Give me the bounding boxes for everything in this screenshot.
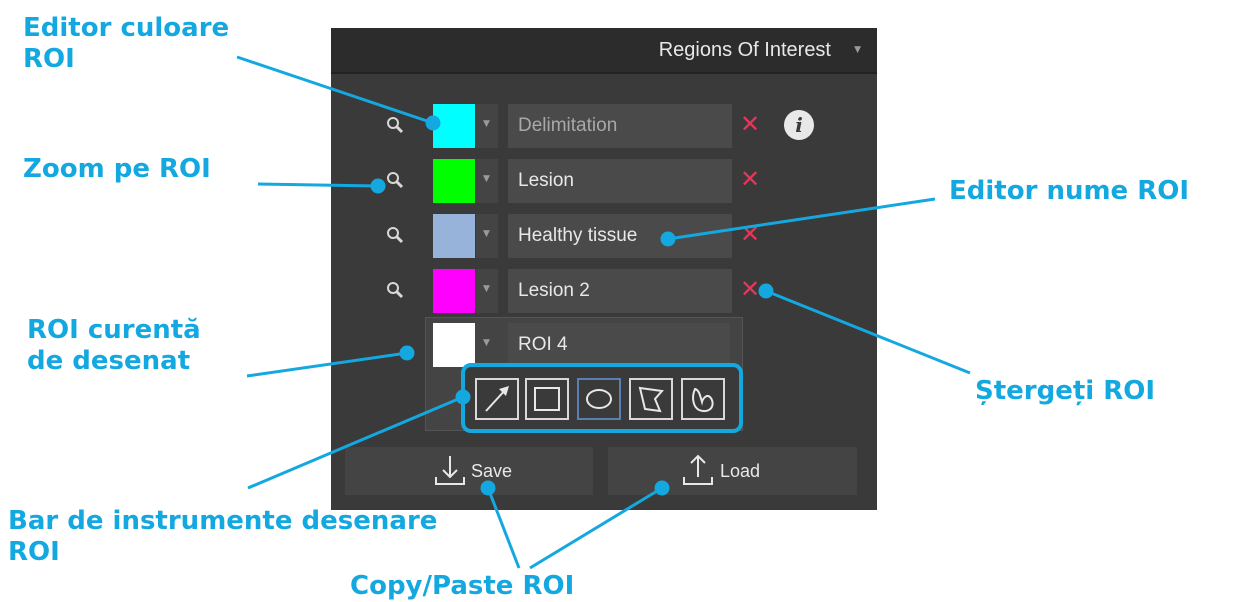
chevron-down-icon: ▼ (483, 174, 490, 184)
zoom-icon[interactable] (385, 280, 405, 300)
current-color-swatch[interactable] (433, 323, 475, 367)
color-swatch[interactable] (433, 269, 475, 313)
color-swatch[interactable] (433, 214, 475, 258)
current-roi-name-field[interactable]: ROI 4 (508, 323, 730, 367)
color-swatch[interactable] (433, 159, 475, 203)
drawing-toolbar (461, 363, 743, 433)
panel-title: Regions Of Interest (658, 39, 831, 61)
chevron-down-icon: ▼ (483, 284, 490, 294)
zoom-icon[interactable] (385, 225, 405, 245)
freehand-tool-button[interactable] (681, 378, 725, 420)
upload-icon (683, 454, 713, 485)
callout-current-roi: ROI curentă de desenat (27, 315, 201, 376)
callout-color-editor: Editor culoare ROI (23, 13, 230, 74)
delete-roi-button[interactable]: ✕ (740, 276, 760, 302)
zoom-icon[interactable] (385, 115, 405, 135)
roi-row: ▼ Lesion 2 ✕ (331, 266, 877, 314)
download-icon (435, 456, 465, 485)
chevron-down-icon: ▼ (483, 119, 490, 129)
freehand-icon (692, 387, 714, 413)
chevron-down-icon: ▼ (483, 338, 490, 348)
info-icon[interactable]: i (784, 110, 814, 140)
color-dropdown[interactable]: ▼ (476, 269, 498, 313)
roi-name-field[interactable]: Lesion (508, 159, 732, 203)
polygon-tool-button[interactable] (629, 378, 673, 420)
color-dropdown[interactable]: ▼ (476, 159, 498, 203)
delete-roi-button[interactable]: ✕ (740, 111, 760, 137)
rectangle-tool-button[interactable] (525, 378, 569, 420)
chevron-down-icon: ▼ (483, 229, 490, 239)
rectangle-icon (534, 387, 560, 411)
roi-row: ▼ Healthy tissue ✕ (331, 211, 877, 259)
roi-panel: Regions Of Interest ▼ ▼ Delimitation ✕ i… (331, 28, 877, 510)
arrow-icon (485, 386, 509, 412)
polygon-icon (638, 386, 664, 413)
ellipse-tool-button[interactable] (577, 378, 621, 420)
save-button[interactable]: Save (345, 447, 593, 495)
roi-name-field[interactable]: Lesion 2 (508, 269, 732, 313)
chevron-down-icon[interactable]: ▼ (854, 45, 861, 55)
save-label: Save (471, 461, 513, 481)
color-dropdown[interactable]: ▼ (476, 323, 498, 367)
roi-name-field[interactable]: Delimitation (508, 104, 732, 148)
color-swatch[interactable] (433, 104, 475, 148)
callout-toolbar: Bar de instrumente desenare ROI (8, 506, 438, 567)
callout-zoom: Zoom pe ROI (23, 154, 211, 184)
callout-copy-paste: Copy/Paste ROI (350, 571, 575, 601)
callout-delete: Ștergeți ROI (975, 376, 1156, 406)
load-label: Load (720, 461, 761, 481)
callout-name-editor: Editor nume ROI (949, 176, 1190, 206)
roi-name-field[interactable]: Healthy tissue (508, 214, 732, 258)
arrow-tool-button[interactable] (475, 378, 519, 420)
ellipse-icon (586, 389, 612, 409)
delete-roi-button[interactable]: ✕ (740, 166, 760, 192)
load-button[interactable]: Load (608, 447, 857, 495)
color-dropdown[interactable]: ▼ (476, 104, 498, 148)
delete-roi-button[interactable]: ✕ (740, 221, 760, 247)
color-dropdown[interactable]: ▼ (476, 214, 498, 258)
current-roi-row: ▼ ROI 4 (331, 320, 877, 368)
roi-row: ▼ Lesion ✕ (331, 156, 877, 204)
zoom-icon[interactable] (385, 170, 405, 190)
panel-header: Regions Of Interest ▼ (331, 28, 877, 74)
